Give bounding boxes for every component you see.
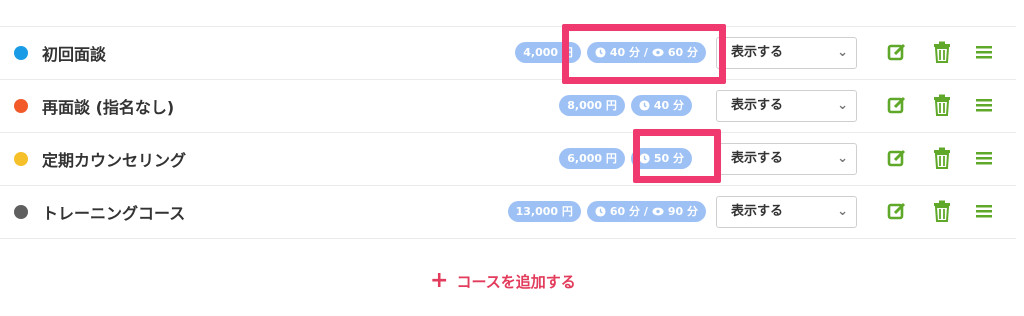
edit-button[interactable]	[884, 198, 910, 224]
duration-text: 60 分 /	[609, 205, 648, 218]
clock-icon	[639, 100, 650, 111]
trash-icon	[934, 41, 950, 63]
duration-badge: 60 分 / 90 分	[586, 201, 706, 222]
duration-text: 40 分	[653, 99, 684, 112]
course-color-dot	[14, 99, 28, 113]
plus-icon: +	[430, 267, 449, 293]
price-badge: 8,000 円	[559, 95, 625, 116]
course-name: 再面談 (指名なし)	[42, 98, 175, 117]
eye-icon	[652, 207, 664, 216]
delete-button[interactable]	[929, 39, 955, 65]
edit-button[interactable]	[884, 39, 910, 65]
hamburger-icon	[976, 46, 992, 59]
reorder-handle[interactable]	[971, 198, 997, 224]
delete-button[interactable]	[929, 145, 955, 171]
course-badges: 8,000 円 40 分	[559, 95, 692, 116]
course-color-dot	[14, 46, 28, 60]
chevron-down-icon: ⌄	[837, 151, 848, 166]
hamburger-icon	[976, 205, 992, 218]
chevron-down-icon: ⌄	[837, 204, 848, 219]
visibility-value: 表示する	[731, 98, 784, 113]
trash-icon	[934, 147, 950, 169]
delete-button[interactable]	[929, 198, 955, 224]
add-course-button[interactable]: + コースを追加する	[430, 267, 576, 293]
course-name: 定期カウンセリング	[42, 151, 187, 170]
clock-icon	[595, 206, 606, 217]
visibility-select[interactable]: 表示する ⌄	[716, 196, 857, 228]
price-badge: 13,000 円	[507, 201, 581, 222]
visibility-select[interactable]: 表示する ⌄	[716, 143, 857, 175]
edit-button[interactable]	[884, 145, 910, 171]
list-item: 再面談 (指名なし) 8,000 円 40 分 表示する ⌄	[0, 80, 1016, 133]
course-color-dot	[14, 152, 28, 166]
hamburger-icon	[976, 152, 992, 165]
visibility-select[interactable]: 表示する ⌄	[716, 37, 857, 69]
price-text: 8,000 円	[567, 99, 617, 112]
course-list: 初回面談 4,000 円 40 分 / 60 分 表示する ⌄ 再面談 (指名な…	[0, 26, 1016, 239]
chevron-down-icon: ⌄	[837, 45, 848, 60]
visibility-value: 表示する	[731, 204, 784, 219]
highlight-box	[633, 129, 721, 183]
course-name: 初回面談	[42, 45, 107, 64]
price-text: 13,000 円	[515, 205, 573, 218]
course-color-dot	[14, 205, 28, 219]
delete-button[interactable]	[929, 92, 955, 118]
edit-icon	[887, 96, 906, 114]
price-text: 6,000 円	[567, 152, 617, 165]
trash-icon	[934, 94, 950, 116]
visibility-value: 表示する	[731, 151, 784, 166]
edit-icon	[887, 43, 906, 61]
edit-icon	[887, 149, 906, 167]
duration-badge: 40 分	[630, 95, 692, 116]
edit-button[interactable]	[884, 92, 910, 118]
course-badges: 13,000 円 60 分 / 90 分	[507, 201, 706, 222]
list-item: 定期カウンセリング 6,000 円 50 分 表示する ⌄	[0, 133, 1016, 186]
view-duration-text: 90 分	[667, 205, 698, 218]
chevron-down-icon: ⌄	[837, 98, 848, 113]
trash-icon	[934, 200, 950, 222]
price-badge: 6,000 円	[559, 148, 625, 169]
visibility-select[interactable]: 表示する ⌄	[716, 90, 857, 122]
course-name: トレーニングコース	[42, 204, 186, 223]
edit-icon	[887, 202, 906, 220]
reorder-handle[interactable]	[971, 92, 997, 118]
list-item: トレーニングコース 13,000 円 60 分 / 90 分 表示する ⌄	[0, 186, 1016, 239]
reorder-handle[interactable]	[971, 145, 997, 171]
visibility-value: 表示する	[731, 45, 784, 60]
reorder-handle[interactable]	[971, 39, 997, 65]
highlight-box	[562, 24, 726, 84]
list-item: 初回面談 4,000 円 40 分 / 60 分 表示する ⌄	[0, 27, 1016, 80]
add-course-label: コースを追加する	[456, 273, 576, 291]
hamburger-icon	[976, 99, 992, 112]
